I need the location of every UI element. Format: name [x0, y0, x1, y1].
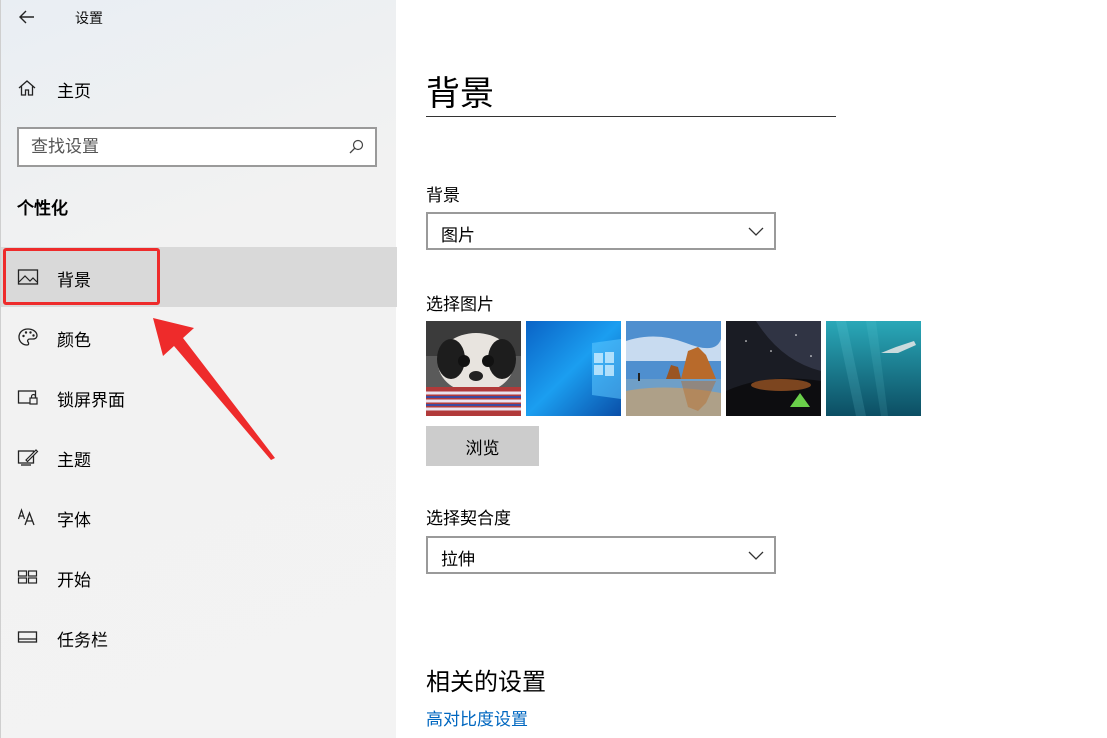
sidebar-item-label: 锁屏界面 — [57, 391, 125, 411]
fit-label: 选择契合度 — [426, 509, 511, 529]
picture-thumbnails — [426, 321, 926, 416]
windows-blue-photo — [526, 321, 621, 416]
thumbnail-dog[interactable] — [426, 321, 521, 416]
sidebar-item-taskbar[interactable]: 任务栏 — [1, 607, 397, 667]
annotation-arrow-icon — [153, 318, 275, 460]
theme-brush-icon — [17, 449, 39, 466]
thumbnail-windows[interactable] — [526, 321, 621, 416]
sidebar-item-label: 主题 — [57, 451, 91, 471]
title-divider — [426, 116, 836, 117]
home-icon — [18, 80, 36, 96]
taskbar-icon — [17, 631, 38, 643]
fit-dropdown[interactable]: 拉伸 — [426, 536, 776, 574]
search-box[interactable] — [17, 127, 377, 167]
related-settings-title: 相关的设置 — [426, 668, 546, 696]
background-label: 背景 — [426, 186, 460, 206]
thumbnail-night[interactable] — [726, 321, 821, 416]
back-arrow-icon — [19, 10, 34, 24]
title-bar: 设置 — [1, 0, 397, 36]
sidebar-item-label: 开始 — [57, 571, 91, 591]
sidebar: 设置 主页 个性化 背景 颜色 — [0, 0, 397, 738]
sidebar-item-fonts[interactable]: 字体 — [1, 487, 397, 547]
beach-rocks-photo — [626, 321, 721, 416]
background-type-dropdown[interactable]: 图片 — [426, 212, 776, 250]
app-title: 设置 — [75, 11, 103, 27]
palette-icon — [18, 328, 38, 346]
night-sky-tent-photo — [726, 321, 821, 416]
lock-screen-icon — [17, 390, 38, 405]
sidebar-item-home[interactable]: 主页 — [1, 64, 397, 112]
start-grid-icon — [17, 570, 38, 584]
back-button[interactable] — [15, 6, 39, 28]
main-panel: 背景 背景 图片 选择图片 浏览 选择契合度 拉伸 相关的设置 高对比度设置 — [396, 0, 1107, 738]
home-label: 主页 — [57, 82, 91, 102]
font-icon — [17, 508, 35, 526]
thumbnail-beach[interactable] — [626, 321, 721, 416]
search-input[interactable] — [31, 136, 331, 158]
sidebar-item-label: 任务栏 — [57, 631, 108, 651]
browse-button[interactable]: 浏览 — [426, 426, 539, 466]
dog-photo — [426, 321, 521, 416]
chevron-down-icon — [748, 551, 764, 560]
sidebar-item-label: 颜色 — [57, 331, 91, 351]
dropdown-value: 图片 — [441, 226, 475, 246]
page-title: 背景 — [426, 74, 494, 114]
sidebar-item-label: 字体 — [57, 511, 91, 531]
search-icon[interactable] — [347, 138, 365, 156]
choose-picture-label: 选择图片 — [426, 295, 494, 315]
dropdown-value: 拉伸 — [441, 550, 475, 570]
underwater-swimmer-photo — [826, 321, 921, 416]
section-title: 个性化 — [17, 199, 68, 219]
thumbnail-underwater[interactable] — [826, 321, 921, 416]
chevron-down-icon — [748, 227, 764, 236]
sidebar-item-start[interactable]: 开始 — [1, 547, 397, 607]
annotation-highlight-box — [3, 248, 160, 305]
high-contrast-settings-link[interactable]: 高对比度设置 — [426, 705, 528, 730]
